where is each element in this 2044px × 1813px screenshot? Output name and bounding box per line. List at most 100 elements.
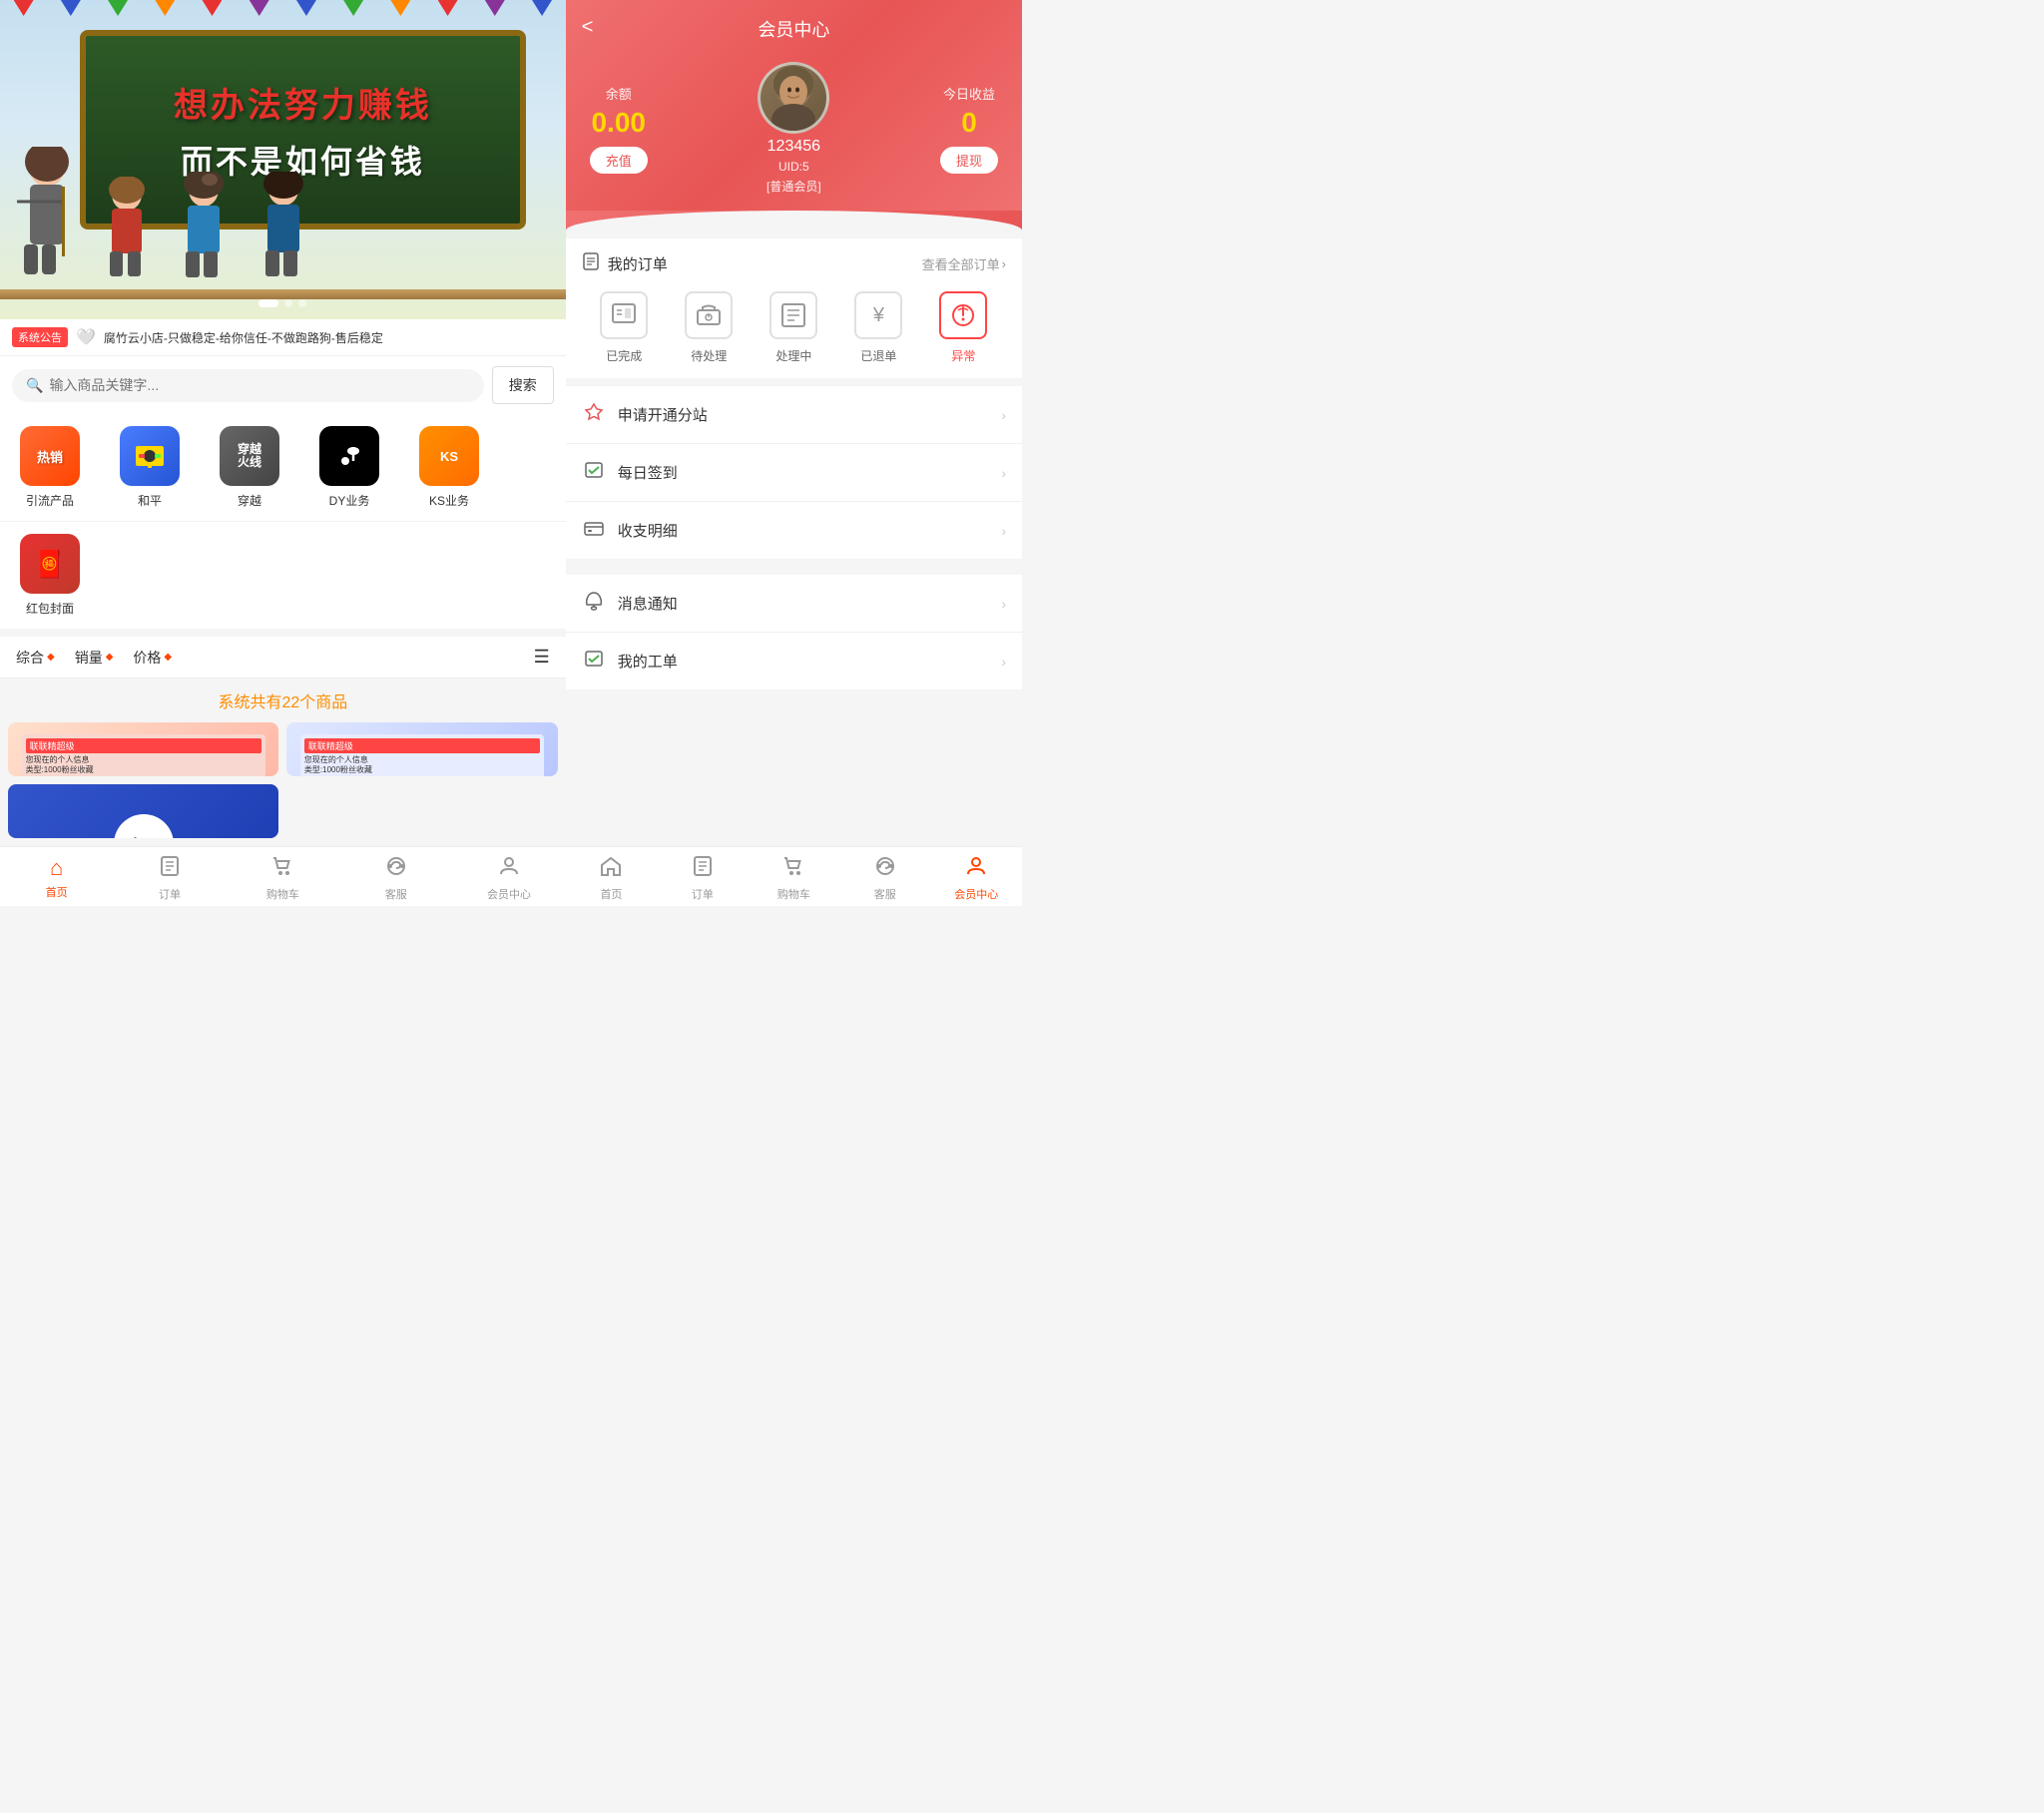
product-card-2[interactable]: 联联精超级 您现在的个人信息类型:1000粉丝收藏你的头像可以自定义使用... … [286,722,557,776]
category-peace-label: 和平 [138,492,162,509]
menu-section-1: 申请开通分站 › 每日签到 › 收支明细 › [566,386,1022,559]
home-icon: ⌂ [50,855,63,881]
category-ks-label: KS业务 [429,492,469,509]
search-bar: 🔍 搜索 [0,356,566,414]
category-dy[interactable]: DY业务 [299,426,399,509]
order-pending[interactable]: 待处理 [685,291,733,364]
category-cross-label: 穿越 [238,492,261,509]
rnav-home[interactable]: 首页 [566,855,657,902]
view-all-text: 查看全部订单 [922,254,1000,273]
order-exception-icon [939,291,987,339]
sort-price[interactable]: 价格 ◆ [133,648,172,668]
search-input[interactable] [49,377,469,393]
avatar[interactable] [758,62,829,134]
category-hot[interactable]: 热销 引流产品 [0,426,100,509]
nav-home[interactable]: ⌂ 首页 [0,855,113,902]
search-input-wrap[interactable]: 🔍 [12,369,484,402]
finance-arrow: › [1001,523,1006,539]
rnav-member-label: 会员中心 [954,886,998,902]
dot-1[interactable] [258,299,278,307]
view-all-arrow: › [1002,256,1006,271]
nav-order[interactable]: 订单 [113,855,226,902]
category-peace-icon [120,426,180,486]
income-label: 今日收益 [940,84,998,103]
nav-service[interactable]: 客服 [339,855,452,902]
view-all-orders[interactable]: 查看全部订单 › [922,254,1006,273]
rnav-service[interactable]: 客服 [839,855,930,902]
sort-comprehensive[interactable]: 综合 ◆ [16,648,55,668]
order-pending-label: 待处理 [691,347,727,364]
product-card-1[interactable]: 联联精超级 您现在的个人信息类型:1000粉丝收藏你的头像可以自定义使用... … [8,722,278,776]
product-img-2: 联联精超级 您现在的个人信息类型:1000粉丝收藏你的头像可以自定义使用... … [286,722,557,776]
orders-title-text: 我的订单 [608,253,668,274]
figure-student-1 [100,177,155,291]
rnav-cart[interactable]: 购物车 [749,855,839,902]
order-refunded-icon: ¥ [854,291,902,339]
rnav-service-label: 客服 [874,886,896,902]
order-completed-icon [600,291,648,339]
member-level: [普通会员] [766,178,821,195]
menu-notification[interactable]: 消息通知 › [566,575,1022,633]
product-img-content-2: 联联精超级 您现在的个人信息类型:1000粉丝收藏你的头像可以自定义使用... [286,722,557,776]
category-red[interactable]: 🧧 红包封面 [0,534,100,617]
wave-divider [566,211,1022,230]
menu-finance[interactable]: 收支明细 › [566,502,1022,559]
flag-12 [532,0,552,16]
withdraw-button[interactable]: 提现 [940,147,998,174]
flag-4 [155,0,175,16]
notification-icon [582,591,606,616]
menu-workorder[interactable]: 我的工单 › [566,633,1022,689]
order-processing[interactable]: 处理中 [769,291,817,364]
flag-9 [390,0,410,16]
category-dy-icon [319,426,379,486]
order-exception[interactable]: 异常 [939,291,987,364]
nav-member[interactable]: 会员中心 [452,855,565,902]
flag-3 [108,0,128,16]
member-info: 余额 0.00 充值 123456 [582,62,1006,195]
product-count: 系统共有22个商品 [0,679,566,722]
search-button[interactable]: 搜索 [492,366,554,404]
heart-icon: 🤍 [76,327,96,347]
order-completed-label: 已完成 [606,347,642,364]
substation-arrow: › [1001,407,1006,423]
category-ks[interactable]: KS KS业务 [399,426,499,509]
category-ks-icon: KS [419,426,479,486]
rnav-member[interactable]: 会员中心 [931,855,1022,902]
category-cross[interactable]: 穿越火线 穿越 [200,426,299,509]
recharge-button[interactable]: 充值 [590,147,648,174]
orders-section: 我的订单 查看全部订单 › 已完成 待处 [566,238,1022,378]
product-grid: 联联精超级 您现在的个人信息类型:1000粉丝收藏你的头像可以自定义使用... … [0,722,566,846]
order-completed[interactable]: 已完成 [600,291,648,364]
back-button[interactable]: < [582,16,594,39]
flag-8 [343,0,363,16]
product-img-1: 联联精超级 您现在的个人信息类型:1000粉丝收藏你的头像可以自定义使用... … [8,722,278,776]
dot-2[interactable] [284,299,292,307]
service-icon [385,855,407,883]
flag-7 [296,0,316,16]
order-refunded[interactable]: ¥ 已退单 [854,291,902,364]
category-red-label: 红包封面 [26,600,74,617]
figure-student-3 [255,172,312,291]
menu-substation[interactable]: 申请开通分站 › [566,386,1022,444]
menu-checkin[interactable]: 每日签到 › [566,444,1022,502]
balance-label: 余额 [590,84,648,103]
order-icon [159,855,181,883]
nav-home-label: 首页 [46,884,68,900]
finance-icon [582,518,606,543]
flag-5 [202,0,222,16]
category-red-icon: 🧧 [20,534,80,594]
product-img-3: ▶ 新款 [8,784,278,838]
divider-1 [566,567,1022,575]
nav-cart[interactable]: 购物车 [227,855,339,902]
order-pending-icon [685,291,733,339]
order-exception-label: 异常 [951,347,975,364]
rnav-order[interactable]: 订单 [657,855,748,902]
sort-sales[interactable]: 销量 ◆ [75,648,114,668]
product-card-3[interactable]: ▶ 新款 [8,784,278,838]
list-view-icon[interactable]: ☰ [534,647,550,668]
diamond-icon-2: ◆ [106,652,114,663]
dot-3[interactable] [298,299,306,307]
notice-bar: 系统公告 🤍 腐竹云小店-只做稳定-给你信任-不做跑路狗-售后稳定 [0,319,566,356]
category-peace[interactable]: 和平 [100,426,200,509]
figure-student-2 [175,172,233,291]
